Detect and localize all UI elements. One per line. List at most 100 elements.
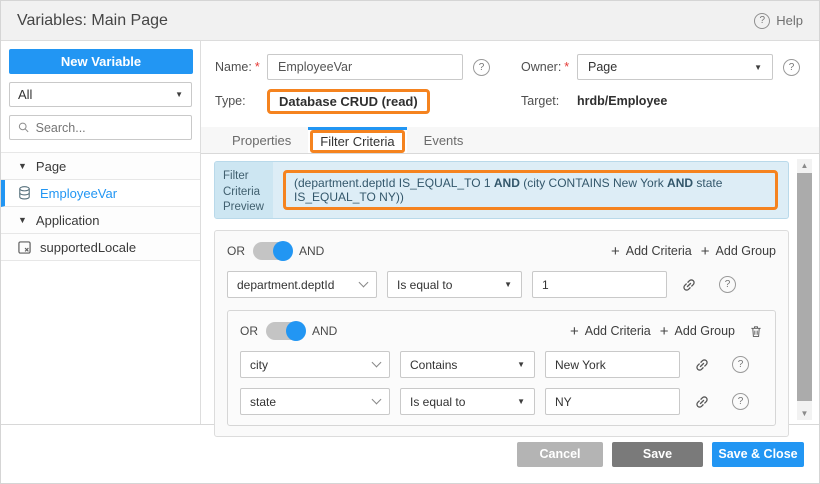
save-button[interactable]: Save	[612, 442, 703, 467]
add-criteria-button[interactable]: + Add Criteria	[570, 324, 651, 339]
toggle-knob	[286, 321, 306, 341]
field-select[interactable]: city	[240, 351, 390, 378]
model-variable-icon	[18, 241, 31, 254]
tree-group-label: Application	[36, 213, 100, 228]
tab-events[interactable]: Events	[407, 127, 481, 153]
bind-link-icon[interactable]	[694, 357, 710, 373]
scroll-down-icon[interactable]: ▼	[797, 407, 812, 420]
variable-editor: Name:* ? Owner:* Page ▼ ?	[201, 41, 819, 424]
operator-select[interactable]: Is equal to ▼	[387, 271, 522, 298]
question-icon[interactable]: ?	[783, 59, 800, 76]
type-label: Type:	[215, 94, 267, 108]
tree-group-page[interactable]: ▼ Page	[1, 153, 200, 180]
variables-dialog: Variables: Main Page ? Help New Variable…	[0, 0, 820, 484]
filter-preview-label: Filter Criteria Preview	[215, 162, 273, 218]
target-label: Target:	[521, 94, 577, 108]
caret-down-icon: ▼	[517, 360, 525, 369]
owner-select[interactable]: Page ▼	[577, 54, 773, 80]
add-criteria-button[interactable]: + Add Criteria	[611, 244, 692, 259]
operator-select-value: Is equal to	[410, 395, 465, 409]
type-value-highlighted: Database CRUD (read)	[267, 89, 430, 114]
new-variable-button[interactable]: New Variable	[9, 49, 193, 74]
bind-link-icon[interactable]	[681, 277, 697, 293]
cancel-button[interactable]: Cancel	[517, 442, 603, 467]
variable-form: Name:* ? Owner:* Page ▼ ?	[201, 41, 819, 127]
name-field[interactable]	[267, 54, 463, 80]
field-select[interactable]: state	[240, 388, 390, 415]
chevron-down-icon	[372, 395, 382, 405]
add-group-button[interactable]: + Add Group	[701, 244, 776, 259]
variable-type-filter-select[interactable]: All ▼	[9, 82, 192, 107]
plus-icon: +	[701, 244, 710, 259]
help-button[interactable]: ? Help	[754, 13, 803, 29]
value-input[interactable]	[545, 351, 680, 378]
value-input[interactable]	[532, 271, 667, 298]
dialog-header: Variables: Main Page ? Help	[1, 1, 819, 41]
caret-down-icon: ▼	[18, 215, 27, 225]
toggle-knob	[273, 241, 293, 261]
caret-down-icon: ▼	[504, 280, 512, 289]
field-select-value: state	[250, 395, 276, 409]
chevron-down-icon	[372, 358, 382, 368]
tree-group-application[interactable]: ▼ Application	[1, 207, 200, 234]
tab-filter-criteria-label: Filter Criteria	[310, 130, 404, 153]
operator-select-value: Contains	[410, 358, 457, 372]
help-label: Help	[776, 13, 803, 28]
scrollbar-thumb[interactable]	[797, 173, 812, 401]
filter-preview-text: (department.deptId IS_EQUAL_TO 1 AND (ci…	[283, 170, 778, 210]
caret-down-icon: ▼	[517, 397, 525, 406]
field-select[interactable]: department.deptId	[227, 271, 377, 298]
question-icon[interactable]: ?	[732, 356, 749, 373]
trash-icon	[749, 324, 763, 339]
database-variable-icon	[18, 186, 31, 200]
or-label: OR	[227, 244, 245, 258]
variables-sidebar: New Variable All ▼ ▼ Page EmployeeVar	[1, 41, 201, 424]
name-label: Name:*	[215, 60, 267, 74]
field-select-value: city	[250, 358, 268, 372]
or-label: OR	[240, 324, 258, 338]
criteria-row: city Contains ▼ ?	[240, 351, 763, 378]
filter-preview-box: Filter Criteria Preview (department.dept…	[214, 161, 789, 219]
tab-properties[interactable]: Properties	[215, 127, 308, 153]
bind-link-icon[interactable]	[694, 394, 710, 410]
criteria-row: state Is equal to ▼ ?	[240, 388, 763, 415]
tree-item-label: supportedLocale	[40, 240, 136, 255]
required-asterisk: *	[564, 60, 569, 74]
or-and-toggle[interactable]	[266, 322, 304, 340]
question-icon[interactable]: ?	[719, 276, 736, 293]
target-value: hrdb/Employee	[577, 94, 667, 108]
chevron-down-icon	[359, 278, 369, 288]
tree-item-supportedlocale[interactable]: supportedLocale	[1, 234, 200, 261]
variables-tree: ▼ Page EmployeeVar ▼ Application support…	[1, 152, 200, 261]
filter-criteria-panel: Filter Criteria Preview (department.dept…	[201, 154, 819, 424]
save-close-button[interactable]: Save & Close	[712, 442, 804, 467]
and-label: AND	[299, 244, 324, 258]
caret-down-icon: ▼	[754, 63, 762, 72]
page-title: Variables: Main Page	[17, 12, 168, 30]
scroll-up-icon[interactable]: ▲	[797, 159, 812, 172]
search-icon	[18, 121, 30, 134]
field-select-value: department.deptId	[237, 278, 334, 292]
help-icon: ?	[754, 13, 770, 29]
operator-select[interactable]: Is equal to ▼	[400, 388, 535, 415]
plus-icon: +	[570, 324, 579, 339]
plus-icon: +	[660, 324, 669, 339]
plus-icon: +	[611, 244, 620, 259]
question-icon[interactable]: ?	[473, 59, 490, 76]
search-input[interactable]	[36, 121, 183, 135]
editor-tabs: Properties Filter Criteria Events	[201, 127, 819, 154]
or-and-toggle[interactable]	[253, 242, 291, 260]
tab-filter-criteria[interactable]: Filter Criteria	[308, 127, 406, 153]
and-label: AND	[312, 324, 337, 338]
delete-group-button[interactable]	[749, 324, 763, 339]
owner-label: Owner:*	[521, 60, 577, 74]
caret-down-icon: ▼	[175, 90, 183, 99]
question-icon[interactable]: ?	[732, 393, 749, 410]
add-group-button[interactable]: + Add Group	[660, 324, 735, 339]
criteria-group: OR AND + Add Criteria + Add Group	[214, 230, 789, 437]
tree-item-employeevar[interactable]: EmployeeVar	[1, 180, 200, 207]
vertical-scrollbar[interactable]: ▲ ▼	[797, 159, 812, 420]
operator-select[interactable]: Contains ▼	[400, 351, 535, 378]
owner-select-value: Page	[588, 60, 617, 74]
value-input[interactable]	[545, 388, 680, 415]
